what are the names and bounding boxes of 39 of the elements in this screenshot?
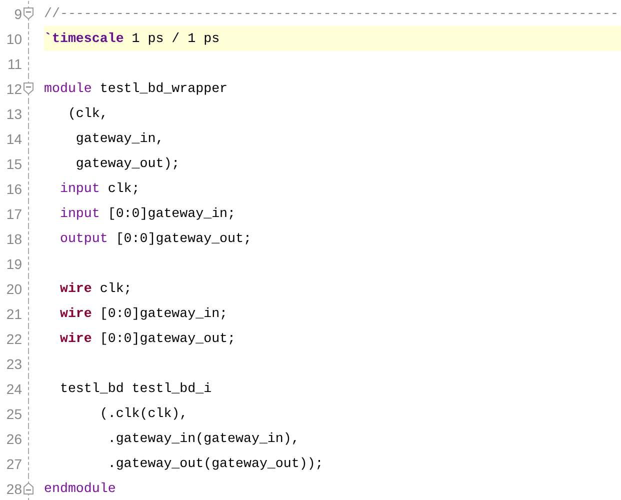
line-number: 28 [5,480,22,496]
line-number: 26 [5,430,22,446]
line-number: 14 [5,130,22,146]
line-number: 23 [5,356,22,372]
line-number: 11 [6,56,22,72]
line-number: 19 [5,256,22,272]
code-line: input [0:0]gateway_in; [58,205,237,223]
code-line: gateway_in, [74,130,165,148]
code-line: (.clk(clk), [98,405,189,423]
line-number: 13 [5,106,22,122]
line-number: 16 [5,180,22,196]
code-line: (clk, [66,105,109,123]
line-number: 17 [5,206,22,222]
line-number: 20 [5,280,22,296]
line-number: 18 [5,230,22,246]
line-number: 24 [5,380,22,396]
line-number: 22 [5,330,22,346]
code-line: //---------------------------------------------------------------------- [44,5,620,23]
line-number: 25 [5,406,22,422]
code-line: testl_bd testl_bd_i [58,380,213,398]
line-number: 12 [5,80,22,96]
line-number: 21 [5,306,22,322]
line-number: 9 [13,6,22,22]
fold-minus-icon[interactable] [23,482,34,495]
line-number: 27 [5,456,22,472]
code-line: wire [0:0]gateway_out; [58,330,237,348]
code-line: .gateway_in(gateway_in), [106,430,300,448]
code-line: .gateway_out(gateway_out)); [106,455,324,473]
fold-minus-icon[interactable] [23,82,34,95]
fold-minus-icon[interactable] [23,7,34,20]
code-line: module testl_bd_wrapper [44,80,229,98]
code-line: endmodule [44,480,117,498]
line-number: 10 [5,30,22,46]
code-line: input clk; [58,180,141,198]
line-number: 15 [5,156,22,172]
code-line: wire [0:0]gateway_in; [58,305,229,323]
code-line: gateway_out); [74,155,181,173]
code-line: output [0:0]gateway_out; [58,230,252,248]
code-line: wire clk; [58,280,133,298]
